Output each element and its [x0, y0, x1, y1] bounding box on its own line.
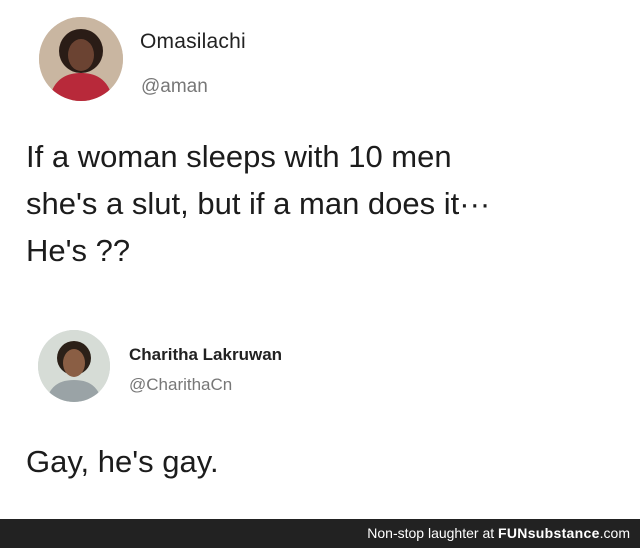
tweet-text: Gay, he's gay. — [26, 444, 219, 479]
tweet-reply: Charitha Lakruwan @CharithaCn Gay, he's … — [0, 318, 640, 518]
brand-fun: FUN — [498, 525, 528, 541]
tweet-original: Omasilachi @aman If a woman sleeps with … — [0, 0, 640, 318]
tweet-text: If a woman sleeps with 10 men she's a sl… — [26, 139, 491, 268]
watermark-footer: Non-stop laughter at FUNsubstance.com — [0, 519, 640, 548]
footer-prefix: Non-stop laughter at — [367, 525, 499, 541]
user-handle[interactable]: @CharithaCn — [129, 375, 232, 395]
user-handle[interactable]: @aman — [141, 76, 208, 98]
brand-substance: substance — [527, 525, 600, 541]
brand-tld: .com — [599, 525, 630, 541]
person-photo-icon — [39, 17, 123, 101]
display-name[interactable]: Charitha Lakruwan — [129, 345, 282, 365]
avatar[interactable] — [39, 17, 123, 101]
display-name[interactable]: Omasilachi — [140, 30, 246, 54]
avatar[interactable] — [38, 330, 110, 402]
person-photo-icon — [38, 330, 110, 402]
